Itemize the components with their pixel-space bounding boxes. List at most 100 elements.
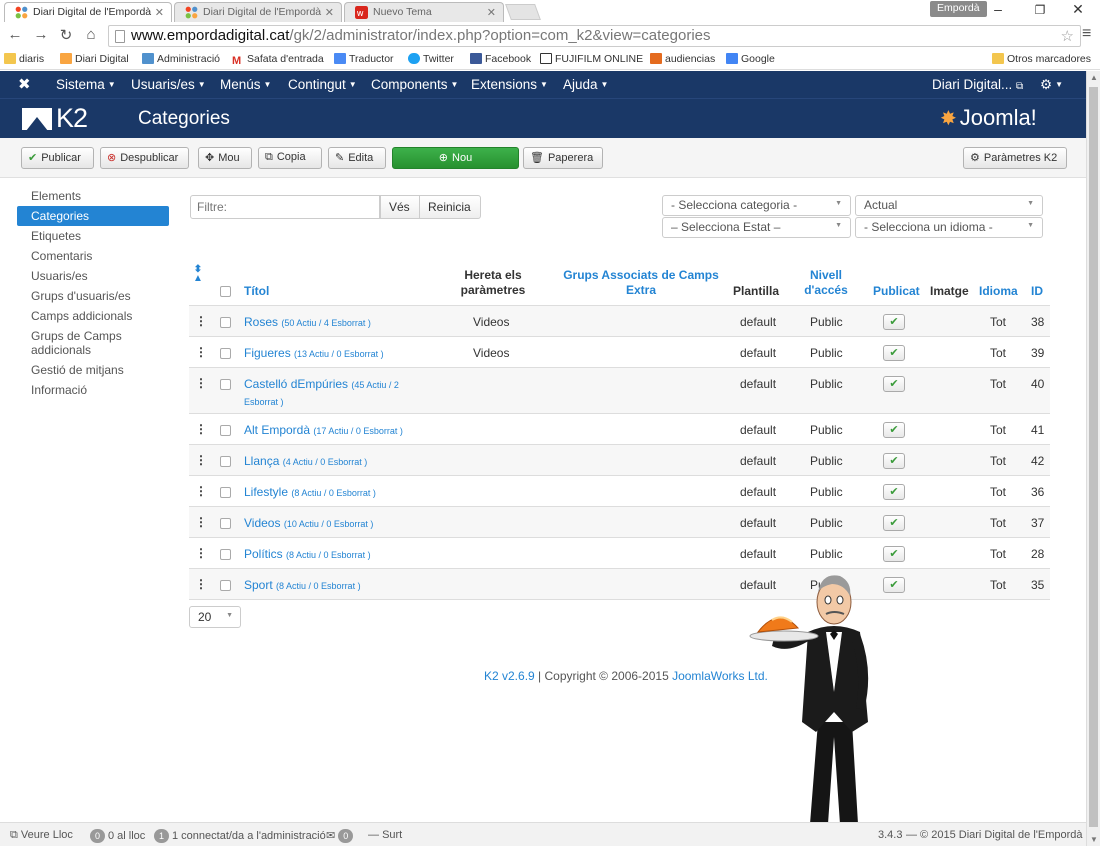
published-toggle-check-icon[interactable]: ✔ [883, 345, 905, 361]
sidebar-item-extra-fields[interactable]: Camps addicionals [17, 306, 169, 326]
published-toggle-check-icon[interactable]: ✔ [883, 515, 905, 531]
bookmark-diaris[interactable]: diaris [4, 53, 44, 65]
unpublish-button[interactable]: ⊗ Despublicar [100, 147, 189, 169]
minimize-icon[interactable]: – [988, 1, 1008, 17]
search-input[interactable] [190, 195, 380, 219]
published-toggle-check-icon[interactable]: ✔ [883, 546, 905, 562]
row-checkbox[interactable] [220, 518, 231, 529]
sidebar-item-tags[interactable]: Etiquetes [17, 226, 169, 246]
sidebar-item-comments[interactable]: Comentaris [17, 246, 169, 266]
bookmark-gmail[interactable]: M Safata d'entrada [232, 53, 324, 67]
col-published[interactable]: Publicat [873, 284, 920, 299]
published-toggle-check-icon[interactable]: ✔ [883, 484, 905, 500]
nav-components[interactable]: Components ▼ [371, 77, 458, 92]
published-toggle-check-icon[interactable]: ✔ [883, 376, 905, 392]
category-title-link[interactable]: Figueres (13 Actiu / 0 Esborrat ) [244, 345, 424, 362]
new-button[interactable]: ⊕ Nou [392, 147, 519, 169]
col-id[interactable]: ID [1031, 284, 1043, 299]
published-toggle-check-icon[interactable]: ✔ [883, 453, 905, 469]
other-bookmarks[interactable]: Otros marcadores [992, 53, 1091, 65]
row-checkbox[interactable] [220, 456, 231, 467]
sidebar-item-users[interactable]: Usuaris/es [17, 266, 169, 286]
drag-handle-icon[interactable]: ⋮ [195, 453, 207, 467]
bookmark-fujifilm[interactable]: FUJIFILM ONLINE [540, 53, 643, 65]
sidebar-item-extra-field-groups[interactable]: Grups de Camps addicionals [17, 326, 169, 360]
move-button[interactable]: ✥ Mou [198, 147, 252, 169]
category-title-link[interactable]: Lifestyle (8 Actiu / 0 Esborrat ) [244, 484, 424, 501]
browser-tab-3[interactable]: w Nuevo Tema ✕ [344, 2, 504, 22]
edit-button[interactable]: ✎ Edita [328, 147, 386, 169]
back-arrow-icon[interactable]: ← [6, 26, 24, 43]
bookmark-google[interactable]: Google [726, 53, 775, 65]
row-checkbox[interactable] [220, 487, 231, 498]
col-language[interactable]: Idioma [979, 284, 1018, 299]
row-checkbox[interactable] [220, 317, 231, 328]
drag-handle-icon[interactable]: ⋮ [195, 577, 207, 591]
category-select[interactable]: - Selecciona categoria - ▼ [662, 195, 851, 216]
logout-link[interactable]: — Surt [368, 829, 402, 841]
k2-version-link[interactable]: K2 v2.6.9 [484, 669, 535, 683]
bookmark-facebook[interactable]: Facebook [470, 53, 531, 65]
view-site-link[interactable]: ⧉ Veure Lloc [10, 829, 73, 842]
col-title[interactable]: Títol [244, 284, 269, 299]
category-title-link[interactable]: Llança (4 Actiu / 0 Esborrat ) [244, 453, 424, 470]
sidebar-item-user-groups[interactable]: Grups d'usuaris/es [17, 286, 169, 306]
list-limit-select[interactable]: 20 ▼ [189, 606, 241, 628]
row-checkbox[interactable] [220, 348, 231, 359]
ordering-sort-icon[interactable]: ⬍ ▲ [193, 265, 203, 284]
nav-contingut[interactable]: Contingut ▼ [288, 77, 357, 92]
bookmark-administracio[interactable]: Administració [142, 53, 220, 65]
published-toggle-check-icon[interactable]: ✔ [883, 314, 905, 330]
nav-extensions[interactable]: Extensions ▼ [471, 77, 548, 92]
drag-handle-icon[interactable]: ⋮ [195, 422, 207, 436]
copy-button[interactable]: ⧉ Copia [258, 147, 322, 169]
bookmark-audiencias[interactable]: audiencias [650, 53, 715, 65]
category-title-link[interactable]: Videos (10 Actiu / 0 Esborrat ) [244, 515, 424, 532]
row-checkbox[interactable] [220, 580, 231, 591]
drag-handle-icon[interactable]: ⋮ [195, 515, 207, 529]
drag-handle-icon[interactable]: ⋮ [195, 546, 207, 560]
sidebar-item-categories[interactable]: Categories [17, 206, 169, 226]
home-icon[interactable]: ⌂ [82, 26, 100, 43]
k2-parameters-button[interactable]: ⚙ Paràmetres K2 [963, 147, 1067, 169]
browser-tab-1[interactable]: Diari Digital de l'Empordà ✕ [4, 2, 172, 22]
row-checkbox[interactable] [220, 425, 231, 436]
drag-handle-icon[interactable]: ⋮ [195, 345, 207, 359]
reload-icon[interactable]: ↻ [57, 26, 75, 44]
tab-close-icon[interactable]: ✕ [155, 6, 164, 19]
restore-icon[interactable]: ❐ [1030, 3, 1050, 17]
current-select[interactable]: Actual ▼ [855, 195, 1043, 216]
language-select[interactable]: - Selecciona un idioma - ▼ [855, 217, 1043, 238]
sidebar-item-elements[interactable]: Elements [17, 186, 169, 206]
nav-menus[interactable]: Menús ▼ [220, 77, 271, 92]
sidebar-item-media-manager[interactable]: Gestió de mitjans [17, 360, 169, 380]
publish-button[interactable]: ✔ Publicar [21, 147, 94, 169]
tab-close-icon[interactable]: ✕ [487, 6, 496, 19]
sidebar-item-information[interactable]: Informació [17, 380, 169, 400]
settings-gear-icon[interactable]: ⚙ ▼ [1040, 77, 1063, 93]
col-extra-field-groups[interactable]: Grups Associats de Camps Extra [561, 268, 721, 298]
profile-badge[interactable]: Empordà [930, 1, 987, 17]
category-title-link[interactable]: Castelló dEmpúries (45 Actiu / 2 Esborra… [244, 376, 424, 410]
bookmark-diari-digital[interactable]: Diari Digital [60, 53, 129, 65]
trash-button[interactable]: 🗑 Paperera [523, 147, 603, 169]
nav-ajuda[interactable]: Ajuda ▼ [563, 77, 608, 92]
bookmark-traductor[interactable]: Traductor [334, 53, 394, 65]
scroll-down-icon[interactable]: ▼ [1090, 835, 1098, 844]
scroll-up-icon[interactable]: ▲ [1090, 73, 1098, 82]
bookmark-twitter[interactable]: Twitter [408, 53, 454, 65]
bookmark-star-icon[interactable]: ☆ [1061, 27, 1074, 45]
nav-site-link[interactable]: Diari Digital... ⧉ [932, 77, 1023, 92]
nav-sistema[interactable]: Sistema ▼ [56, 77, 116, 92]
drag-handle-icon[interactable]: ⋮ [195, 376, 207, 390]
select-all-checkbox[interactable] [220, 286, 231, 297]
nav-usuaris[interactable]: Usuaris/es ▼ [131, 77, 206, 92]
col-access[interactable]: Nivell d'accés [801, 268, 851, 298]
browser-tab-2[interactable]: Diari Digital de l'Empordà ✕ [174, 2, 342, 22]
drag-handle-icon[interactable]: ⋮ [195, 314, 207, 328]
search-button[interactable]: Vés [380, 195, 420, 219]
tab-close-icon[interactable]: ✕ [325, 6, 334, 19]
published-toggle-check-icon[interactable]: ✔ [883, 422, 905, 438]
scrollbar-thumb[interactable] [1089, 87, 1098, 827]
category-title-link[interactable]: Alt Empordà (17 Actiu / 0 Esborrat ) [244, 422, 424, 439]
